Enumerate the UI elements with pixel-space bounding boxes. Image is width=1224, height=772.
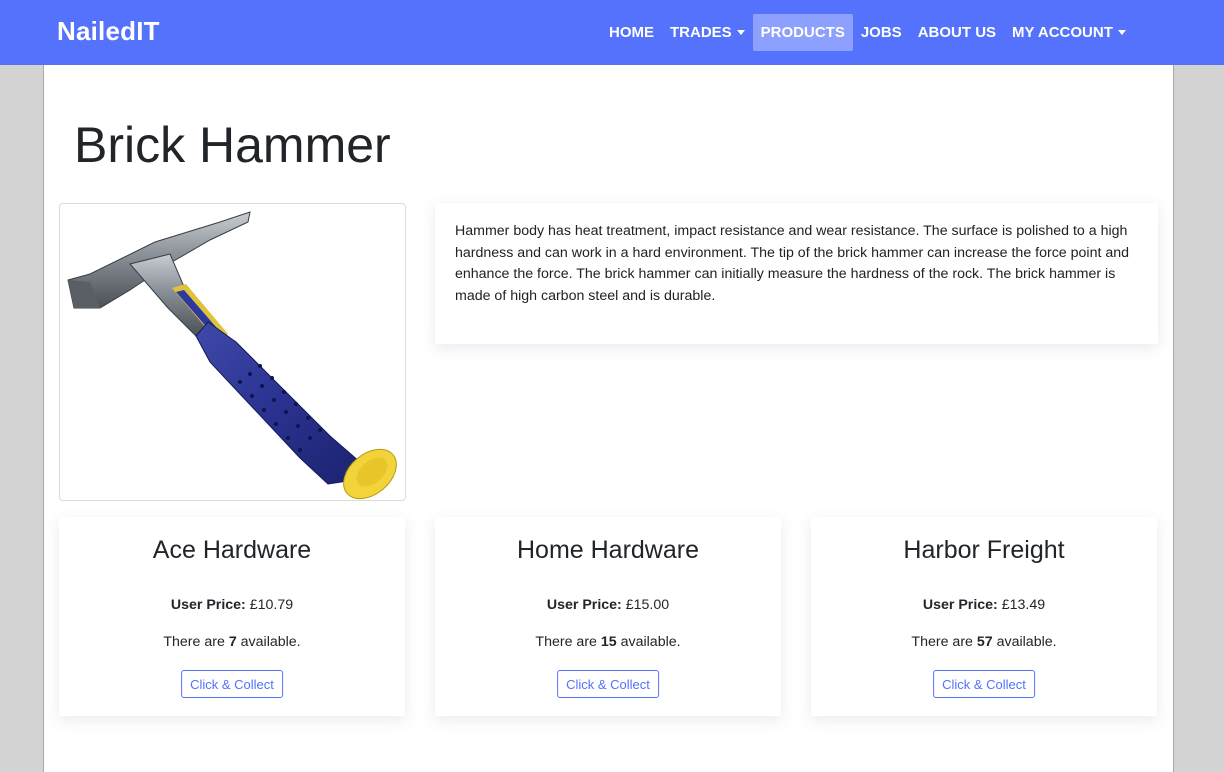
navbar: NailedIT HOME TRADES PRODUCTS JOBS ABOUT… [0,0,1224,65]
availability-prefix: There are [911,634,973,650]
page-title: Brick Hammer [74,117,391,173]
nav-menu: HOME TRADES PRODUCTS JOBS ABOUT US MY AC… [601,14,1134,51]
availability-prefix: There are [535,634,597,650]
price-label: User Price: [546,597,622,613]
click-collect-button[interactable]: Click & Collect [181,670,283,698]
nav-item-label: TRADES [670,24,732,41]
store-card: Harbor Freight User Price: £13.49 There … [811,517,1157,716]
price-line: User Price: £15.00 [435,597,781,613]
brand-logo[interactable]: NailedIT [57,16,160,47]
nav-item-label: HOME [609,24,654,41]
click-collect-button[interactable]: Click & Collect [933,670,1035,698]
availability-count: 15 [600,634,617,650]
product-description: Hammer body has heat treatment, impact r… [455,223,1130,304]
price-label: User Price: [922,597,998,613]
availability-count: 7 [228,634,237,650]
price-value: £13.49 [1001,597,1046,613]
store-card: Ace Hardware User Price: £10.79 There ar… [59,517,405,716]
caret-down-icon [1117,30,1126,35]
store-card: Home Hardware User Price: £15.00 There a… [435,517,781,716]
nav-item-label: PRODUCTS [760,24,845,41]
availability-suffix: available. [620,634,681,650]
nav-item-about-us[interactable]: ABOUT US [910,14,1004,51]
nav-item-label: MY ACCOUNT [1012,24,1113,41]
price-value: £10.79 [249,597,294,613]
nav-item-label: ABOUT US [917,24,997,41]
nav-item-trades[interactable]: TRADES [662,14,753,51]
price-label: User Price: [170,597,246,613]
availability-count: 57 [976,634,993,650]
price-value: £15.00 [625,597,670,613]
nav-item-my-account[interactable]: MY ACCOUNT [1004,14,1134,51]
availability-line: There are 7 available. [59,634,405,650]
price-line: User Price: £10.79 [59,597,405,613]
main-container: Brick Hammer Hammer body has heat treatm… [43,65,1174,772]
nav-item-products[interactable]: PRODUCTS [752,14,853,51]
availability-suffix: available. [240,634,301,650]
availability-suffix: available. [996,634,1057,650]
store-name: Ace Hardware [152,536,312,564]
description-card: Hammer body has heat treatment, impact r… [435,203,1158,344]
nav-item-jobs[interactable]: JOBS [853,14,910,51]
price-line: User Price: £13.49 [811,597,1157,613]
availability-line: There are 15 available. [435,634,781,650]
store-name: Home Hardware [516,536,699,564]
nav-item-home[interactable]: HOME [601,14,662,51]
hammer-image [67,211,397,500]
availability-prefix: There are [163,634,225,650]
store-name: Harbor Freight [903,536,1065,564]
caret-down-icon [736,30,745,35]
click-collect-button[interactable]: Click & Collect [557,670,659,698]
product-image-card [59,203,406,501]
nav-item-label: JOBS [860,24,902,41]
availability-line: There are 57 available. [811,634,1157,650]
